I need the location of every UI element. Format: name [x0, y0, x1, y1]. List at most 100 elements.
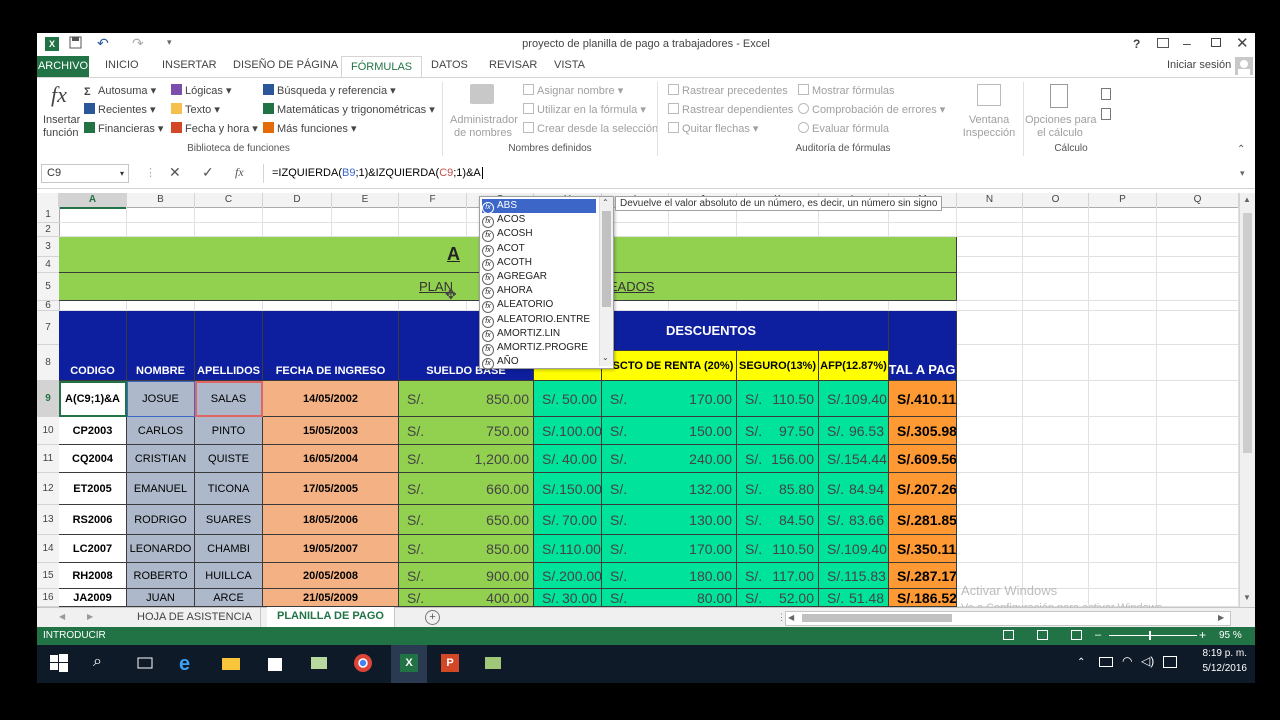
scroll-down-icon[interactable]: ⌄	[602, 353, 609, 362]
autocomplete-item[interactable]: fx AMORTIZ.PROGRE	[482, 341, 596, 356]
cell-sueldo[interactable]: S/. 650.00	[399, 505, 534, 535]
name-manager-label-2[interactable]: de nombres	[450, 127, 516, 139]
tab-insertar[interactable]: INSERTAR	[162, 59, 217, 71]
cell-codigo[interactable]: CQ2004	[59, 445, 127, 473]
cell-apellido[interactable]: HUILLCA	[195, 563, 263, 589]
tab-archivo[interactable]: ARCHIVO	[37, 56, 89, 77]
cell-sueldo[interactable]: S/. 850.00	[399, 535, 534, 563]
grid-cell[interactable]	[957, 381, 1023, 417]
function-autocomplete[interactable]: fx ABS fx ACOS fx ACOSH fx ACOT fx ACOTH fx AGREGAR…	[479, 196, 614, 371]
cell-seguro[interactable]: S/. 117.00	[737, 563, 819, 589]
create-from-selection-button[interactable]: Crear desde la selección	[523, 122, 658, 135]
tab-datos[interactable]: DATOS	[431, 59, 468, 71]
grid-cell[interactable]	[59, 223, 127, 237]
cell-seguro[interactable]: S/. 85.80	[737, 473, 819, 505]
clock-time[interactable]: 8:19 p. m.	[1187, 648, 1247, 659]
grid-cell[interactable]	[957, 345, 1023, 381]
cell-total[interactable]: S/. 609.56	[889, 445, 957, 473]
grid-cell[interactable]	[59, 301, 127, 311]
add-sheet-icon[interactable]: +	[425, 610, 440, 625]
grid-cell[interactable]	[332, 223, 399, 237]
restore-button[interactable]	[1211, 38, 1221, 47]
grid-cell[interactable]	[1089, 445, 1157, 473]
excel-taskbar-button[interactable]: X	[391, 645, 427, 683]
text-button[interactable]: Texto ▾	[171, 103, 220, 116]
grid-cell[interactable]	[957, 223, 1023, 237]
tab-formulas[interactable]: FÓRMULAS	[341, 56, 423, 77]
grid-cell[interactable]	[957, 301, 1023, 311]
scroll-down-icon[interactable]: ▼	[1243, 593, 1251, 602]
grid-cell[interactable]	[1157, 381, 1239, 417]
row-header-3[interactable]: 3	[37, 237, 60, 257]
cell-codigo[interactable]: JA2009	[59, 589, 127, 607]
grid-cell[interactable]	[957, 237, 1023, 257]
grid-cell[interactable]	[669, 223, 737, 237]
tab-hoja-asistencia[interactable]: HOJA DE ASISTENCIA	[129, 608, 261, 627]
grid-cell[interactable]	[1157, 223, 1239, 237]
datetime-button[interactable]: Fecha y hora ▾	[171, 122, 258, 135]
autocomplete-item[interactable]: fx AÑO	[482, 355, 596, 371]
grid-cell[interactable]	[1089, 563, 1157, 589]
grid-cell[interactable]	[1089, 237, 1157, 257]
grid-cell[interactable]	[1089, 473, 1157, 505]
row-header-15[interactable]: 15	[37, 563, 60, 589]
grid-cell[interactable]	[1023, 381, 1089, 417]
autocomplete-item[interactable]: fx ALEATORIO.ENTRE	[482, 313, 596, 328]
scroll-right-icon[interactable]: ▶	[1218, 613, 1224, 622]
notification-icon[interactable]	[1163, 656, 1177, 668]
grid-cell[interactable]	[957, 417, 1023, 445]
select-all-corner[interactable]	[37, 193, 59, 208]
row-header-11[interactable]: 11	[37, 445, 60, 473]
grid-cell[interactable]	[1157, 563, 1239, 589]
zoom-level[interactable]: 95 %	[1219, 630, 1242, 641]
logical-button[interactable]: Lógicas ▾	[171, 84, 232, 97]
next-sheet-icon[interactable]: ▶	[87, 612, 93, 621]
cell-anticipo[interactable]: S/. 110.00	[534, 535, 602, 563]
autocomplete-item[interactable]: fx ACOSH	[482, 227, 596, 243]
grid-cell[interactable]	[1023, 207, 1089, 223]
cell-sueldo[interactable]: S/. 660.00	[399, 473, 534, 505]
cell-nombre[interactable]: CRISTIAN	[127, 445, 195, 473]
scroll-left-icon[interactable]: ◀	[788, 613, 794, 622]
grid-cell[interactable]	[957, 473, 1023, 505]
grid-cell[interactable]	[957, 505, 1023, 535]
autocomplete-item[interactable]: fx AGREGAR	[482, 270, 596, 285]
cell-seguro[interactable]: S/. 156.00	[737, 445, 819, 473]
cell-apellido[interactable]: SALAS	[195, 381, 263, 417]
row-header-5[interactable]: 5	[37, 273, 60, 301]
cell-total[interactable]: S/. 305.98	[889, 417, 957, 445]
cell-afp[interactable]: S/. 109.40	[819, 535, 889, 563]
grid-cell[interactable]	[127, 223, 195, 237]
show-formulas-button[interactable]: Mostrar fórmulas	[798, 84, 895, 97]
cell-nombre[interactable]: EMANUEL	[127, 473, 195, 505]
grid-cell[interactable]	[1023, 301, 1089, 311]
grid-cell[interactable]	[263, 301, 332, 311]
grid-cell[interactable]	[195, 301, 263, 311]
tab-planilla-pago[interactable]: PLANILLA DE PAGO	[267, 607, 395, 629]
cell-total[interactable]: S/. 350.11	[889, 535, 957, 563]
grid-cell[interactable]	[1157, 207, 1239, 223]
grid-cell[interactable]	[669, 301, 737, 311]
grid-cell[interactable]	[1089, 273, 1157, 301]
cell-renta[interactable]: S/. 132.00	[602, 473, 737, 505]
grid-cell[interactable]	[1023, 223, 1089, 237]
autocomplete-item[interactable]: fx ACOT	[482, 242, 596, 257]
store-icon[interactable]	[265, 653, 287, 675]
header-apellidos[interactable]: APELLIDOS	[195, 311, 263, 381]
grid-cell[interactable]	[263, 223, 332, 237]
row-header-13[interactable]: 13	[37, 505, 60, 535]
page-layout-icon[interactable]	[1037, 630, 1048, 640]
grid-cell[interactable]	[819, 301, 889, 311]
grid-cell[interactable]	[1157, 301, 1239, 311]
cell-nombre[interactable]: CARLOS	[127, 417, 195, 445]
grid-cell[interactable]	[263, 207, 332, 223]
grid-cell[interactable]	[1089, 417, 1157, 445]
cell-total[interactable]: S/. 207.26	[889, 473, 957, 505]
cell-apellido[interactable]: PINTO	[195, 417, 263, 445]
clock-date[interactable]: 5/12/2016	[1187, 663, 1248, 674]
grid-cell[interactable]	[1089, 311, 1157, 345]
insert-function-label-2[interactable]: función	[43, 127, 78, 139]
calc-sheet-icon[interactable]	[1101, 108, 1111, 120]
cell-afp[interactable]: S/. 109.40	[819, 381, 889, 417]
cell-total[interactable]: S/. 410.11	[889, 381, 957, 417]
